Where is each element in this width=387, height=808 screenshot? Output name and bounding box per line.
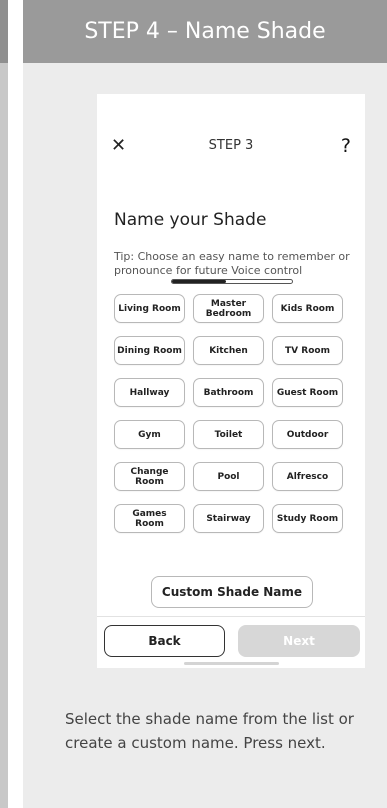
room-chip[interactable]: TV Room bbox=[272, 336, 343, 365]
phone-step-label: STEP 3 bbox=[208, 138, 254, 153]
room-chip[interactable]: Bathroom bbox=[193, 378, 264, 407]
progress-fill bbox=[172, 280, 226, 283]
room-chip[interactable]: Dining Room bbox=[114, 336, 185, 365]
room-chip[interactable]: Stairway bbox=[193, 504, 264, 533]
next-button[interactable]: Next bbox=[238, 625, 360, 657]
room-chip[interactable]: Outdoor bbox=[272, 420, 343, 449]
room-chip[interactable]: Toilet bbox=[193, 420, 264, 449]
step-title: STEP 4 – Name Shade bbox=[23, 0, 387, 63]
phone-topbar: ✕ STEP 3 ? bbox=[97, 134, 365, 158]
room-chip[interactable]: Pool bbox=[193, 462, 264, 491]
room-chip[interactable]: Games Room bbox=[114, 504, 185, 533]
room-chip[interactable]: Alfresco bbox=[272, 462, 343, 491]
room-chip[interactable]: Change Room bbox=[114, 462, 185, 491]
phone-tip: Tip: Choose an easy name to remember or … bbox=[114, 250, 350, 277]
custom-shade-name-button[interactable]: Custom Shade Name bbox=[151, 576, 313, 608]
room-chip[interactable]: Hallway bbox=[114, 378, 185, 407]
back-button[interactable]: Back bbox=[104, 625, 225, 657]
room-chip[interactable]: Living Room bbox=[114, 294, 185, 323]
phone-title: Name your Shade bbox=[114, 210, 267, 230]
left-strip bbox=[0, 0, 8, 808]
progress-bar bbox=[171, 279, 293, 284]
step-card: STEP 4 – Name Shade ✕ STEP 3 ? Name your… bbox=[23, 0, 387, 808]
phone-screen: ✕ STEP 3 ? Name your Shade Tip: Choose a… bbox=[97, 94, 365, 668]
bottom-divider bbox=[97, 616, 365, 617]
page: STEP 4 – Name Shade ✕ STEP 3 ? Name your… bbox=[0, 0, 387, 808]
help-icon[interactable]: ? bbox=[335, 134, 351, 158]
room-chip[interactable]: Gym bbox=[114, 420, 185, 449]
room-chip[interactable]: Kids Room bbox=[272, 294, 343, 323]
room-chip[interactable]: Kitchen bbox=[193, 336, 264, 365]
room-chip[interactable]: Study Room bbox=[272, 504, 343, 533]
home-indicator bbox=[184, 662, 279, 665]
left-strip-header bbox=[0, 0, 8, 63]
room-chip[interactable]: Master Bedroom bbox=[193, 294, 264, 323]
room-chip[interactable]: Guest Room bbox=[272, 378, 343, 407]
instruction-text: Select the shade name from the list or c… bbox=[65, 710, 354, 752]
